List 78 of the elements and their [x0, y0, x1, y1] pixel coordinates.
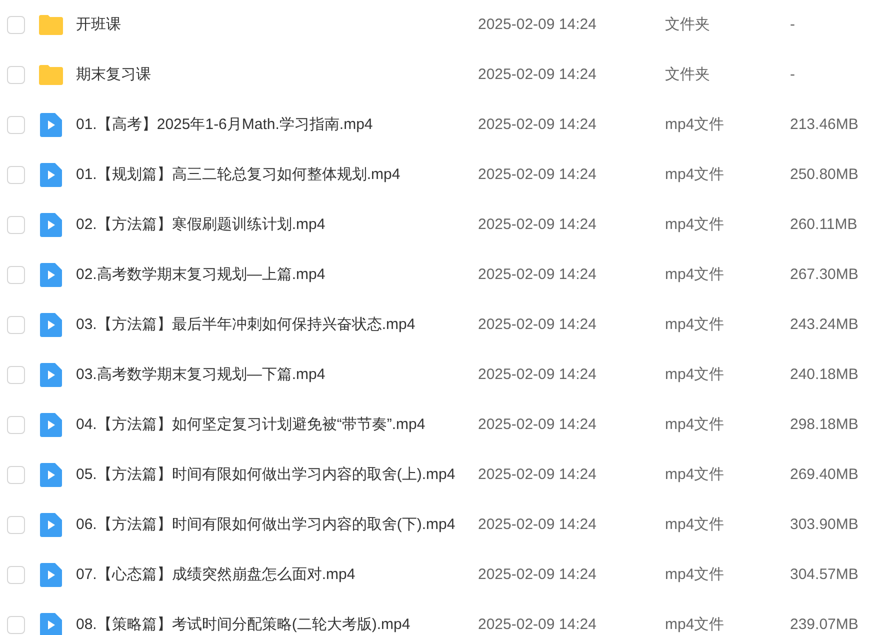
file-name[interactable]: 06.【方法篇】时间有限如何做出学习内容的取舍(下).mp4 [76, 516, 456, 533]
modified-date: 2025-02-09 14:24 [478, 16, 596, 33]
file-type: mp4文件 [665, 416, 724, 433]
file-type: 文件夹 [665, 16, 710, 33]
modified-date: 2025-02-09 14:24 [478, 366, 596, 383]
file-size: 213.46MB [790, 116, 858, 133]
modified-date: 2025-02-09 14:24 [478, 116, 596, 133]
file-size: - [790, 16, 795, 33]
file-type: mp4文件 [665, 116, 724, 133]
video-file-icon [40, 113, 62, 137]
file-size: 240.18MB [790, 366, 858, 383]
file-name[interactable]: 07.【心态篇】成绩突然崩盘怎么面对.mp4 [76, 566, 356, 583]
checkbox[interactable] [7, 516, 25, 534]
video-file-icon [40, 613, 62, 635]
file-type: mp4文件 [665, 366, 724, 383]
modified-date: 2025-02-09 14:24 [478, 466, 596, 483]
modified-date: 2025-02-09 14:24 [478, 516, 596, 533]
file-name[interactable]: 03.高考数学期末复习规划—下篇.mp4 [76, 366, 326, 383]
checkbox[interactable] [7, 216, 25, 234]
checkbox[interactable] [7, 416, 25, 434]
file-size: - [790, 66, 795, 83]
file-name[interactable]: 04.【方法篇】如何坚定复习计划避免被“带节奏”.mp4 [76, 416, 426, 433]
file-type: mp4文件 [665, 466, 724, 483]
modified-date: 2025-02-09 14:24 [478, 66, 596, 83]
file-name[interactable]: 05.【方法篇】时间有限如何做出学习内容的取舍(上).mp4 [76, 466, 456, 483]
file-size: 298.18MB [790, 416, 858, 433]
checkbox[interactable] [7, 166, 25, 184]
checkbox[interactable] [7, 116, 25, 134]
file-name[interactable]: 02.【方法篇】寒假刷题训练计划.mp4 [76, 216, 326, 233]
file-type: mp4文件 [665, 316, 724, 333]
checkbox[interactable] [7, 366, 25, 384]
file-name[interactable]: 08.【策略篇】考试时间分配策略(二轮大考版).mp4 [76, 616, 410, 633]
file-type: mp4文件 [665, 266, 724, 283]
checkbox[interactable] [7, 466, 25, 484]
folder-icon [38, 14, 64, 36]
modified-date: 2025-02-09 14:24 [478, 416, 596, 433]
video-file-icon [40, 313, 62, 337]
checkbox[interactable] [7, 616, 25, 634]
file-type: mp4文件 [665, 216, 724, 233]
checkbox[interactable] [7, 16, 25, 34]
modified-date: 2025-02-09 14:24 [478, 316, 596, 333]
video-file-icon [40, 563, 62, 587]
file-size: 304.57MB [790, 566, 858, 583]
modified-date: 2025-02-09 14:24 [478, 566, 596, 583]
file-type: mp4文件 [665, 516, 724, 533]
file-name[interactable]: 期末复习课 [76, 66, 151, 83]
video-file-icon [40, 413, 62, 437]
file-type: 文件夹 [665, 66, 710, 83]
folder-icon [38, 64, 64, 86]
checkbox[interactable] [7, 66, 25, 84]
video-file-icon [40, 513, 62, 537]
file-name[interactable]: 01.【规划篇】高三二轮总复习如何整体规划.mp4 [76, 166, 400, 183]
video-file-icon [40, 263, 62, 287]
file-type: mp4文件 [665, 566, 724, 583]
file-name[interactable]: 02.高考数学期末复习规划—上篇.mp4 [76, 266, 326, 283]
file-size: 267.30MB [790, 266, 858, 283]
file-size: 243.24MB [790, 316, 858, 333]
file-size: 250.80MB [790, 166, 858, 183]
video-file-icon [40, 463, 62, 487]
file-name[interactable]: 开班课 [76, 16, 121, 33]
file-size: 239.07MB [790, 616, 858, 633]
file-type: mp4文件 [665, 166, 724, 183]
modified-date: 2025-02-09 14:24 [478, 616, 596, 633]
checkbox[interactable] [7, 316, 25, 334]
video-file-icon [40, 163, 62, 187]
file-type: mp4文件 [665, 616, 724, 633]
modified-date: 2025-02-09 14:24 [478, 216, 596, 233]
video-file-icon [40, 363, 62, 387]
modified-date: 2025-02-09 14:24 [478, 166, 596, 183]
checkbox[interactable] [7, 566, 25, 584]
file-size: 303.90MB [790, 516, 858, 533]
file-name[interactable]: 01.【高考】2025年1-6月Math.学习指南.mp4 [76, 116, 373, 133]
file-name[interactable]: 03.【方法篇】最后半年冲刺如何保持兴奋状态.mp4 [76, 316, 416, 333]
checkbox[interactable] [7, 266, 25, 284]
video-file-icon [40, 213, 62, 237]
file-size: 269.40MB [790, 466, 858, 483]
modified-date: 2025-02-09 14:24 [478, 266, 596, 283]
file-size: 260.11MB [790, 216, 858, 233]
